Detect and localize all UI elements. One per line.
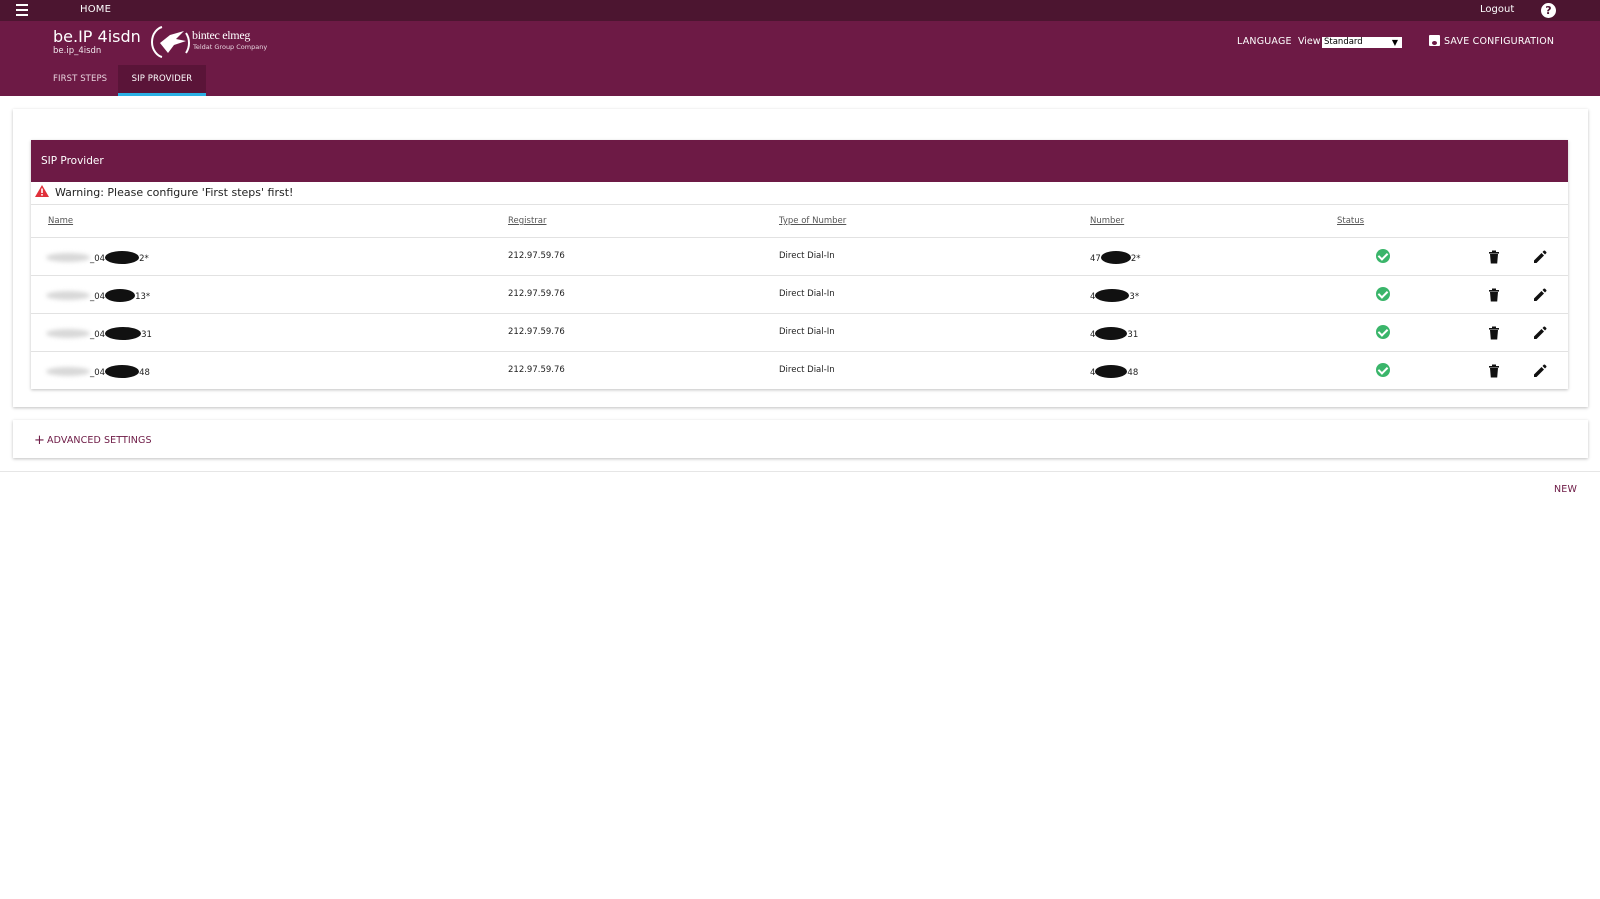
help-icon[interactable]: ? — [1541, 3, 1556, 18]
table-row[interactable]: _04 31 212.97.59.76 Direct Dial-In 4 31 — [31, 313, 1568, 351]
edit-pencil-icon[interactable] — [1533, 364, 1547, 378]
delete-icon[interactable] — [1487, 288, 1501, 302]
row-type: Direct Dial-In — [779, 251, 835, 261]
device-subtitle: be.ip_4isdn — [53, 46, 102, 56]
advanced-settings-label: ADVANCED SETTINGS — [47, 435, 152, 446]
save-disk-icon — [1429, 35, 1440, 46]
edit-pencil-icon[interactable] — [1533, 288, 1547, 302]
home-link[interactable]: HOME — [80, 4, 111, 15]
row-registrar: 212.97.59.76 — [508, 251, 565, 261]
row-registrar: 212.97.59.76 — [508, 327, 565, 337]
edit-pencil-icon[interactable] — [1533, 250, 1547, 264]
sip-provider-table: Name Registrar Type of Number Number Sta… — [31, 204, 1568, 378]
logo-tagline: Teldat Group Company — [193, 43, 268, 51]
logo-text: bintec elmeg — [192, 28, 251, 42]
status-ok-icon — [1376, 363, 1390, 377]
logout-link[interactable]: Logout — [1480, 4, 1514, 15]
table-row[interactable]: _04 2* 212.97.59.76 Direct Dial-In 47 2* — [31, 237, 1568, 275]
row-number: 4 3* — [1090, 289, 1139, 302]
status-ok-icon — [1376, 325, 1390, 339]
row-number: 47 2* — [1090, 251, 1141, 264]
header: be.IP 4isdn be.ip_4isdn bintec elmeg Tel… — [0, 21, 1600, 96]
column-header-registrar[interactable]: Registrar — [508, 216, 546, 226]
tab-first-steps[interactable]: FIRST STEPS — [53, 65, 107, 96]
chevron-down-icon: ▼ — [1391, 38, 1398, 47]
hamburger-menu-icon[interactable] — [16, 4, 32, 17]
save-configuration-button[interactable]: SAVE CONFIGURATION — [1429, 35, 1554, 49]
row-registrar: 212.97.59.76 — [508, 365, 565, 375]
table-row[interactable]: _04 13* 212.97.59.76 Direct Dial-In 4 3* — [31, 275, 1568, 313]
view-select-value: Standard — [1324, 37, 1363, 47]
delete-icon[interactable] — [1487, 326, 1501, 340]
column-header-name[interactable]: Name — [48, 216, 73, 226]
delete-icon[interactable] — [1487, 364, 1501, 378]
top-bar: HOME Logout ? — [0, 0, 1600, 21]
new-button[interactable]: NEW — [1554, 484, 1577, 495]
column-header-number[interactable]: Number — [1090, 216, 1124, 226]
tab-sip-provider[interactable]: SIP PROVIDER — [118, 65, 206, 96]
save-configuration-label: SAVE CONFIGURATION — [1444, 36, 1555, 47]
row-name: _04 31 — [46, 327, 152, 340]
delete-icon[interactable] — [1487, 250, 1501, 264]
divider — [0, 471, 1600, 472]
row-type: Direct Dial-In — [779, 289, 835, 299]
status-ok-icon — [1376, 287, 1390, 301]
device-title: be.IP 4isdn — [53, 27, 141, 46]
table-row[interactable]: _04 48 212.97.59.76 Direct Dial-In 4 48 — [31, 351, 1568, 389]
row-name: _04 13* — [46, 289, 150, 302]
status-ok-icon — [1376, 249, 1390, 263]
column-header-type-of-number[interactable]: Type of Number — [779, 216, 846, 226]
plus-icon: + — [34, 433, 45, 448]
language-menu[interactable]: LANGUAGE — [1237, 36, 1292, 47]
row-registrar: 212.97.59.76 — [508, 289, 565, 299]
row-type: Direct Dial-In — [779, 365, 835, 375]
warning-text: Warning: Please configure 'First steps' … — [55, 186, 294, 199]
edit-pencil-icon[interactable] — [1533, 326, 1547, 340]
view-label: View — [1298, 36, 1321, 47]
warning-triangle-icon — [35, 185, 49, 197]
advanced-settings-toggle[interactable]: + ADVANCED SETTINGS — [34, 433, 152, 448]
sip-provider-card: SIP Provider Warning: Please configure '… — [31, 140, 1568, 389]
row-name: _04 48 — [46, 365, 150, 378]
row-number: 4 31 — [1090, 327, 1138, 340]
row-type: Direct Dial-In — [779, 327, 835, 337]
row-name: _04 2* — [46, 251, 149, 264]
row-number: 4 48 — [1090, 365, 1138, 378]
advanced-settings-panel: + ADVANCED SETTINGS — [13, 420, 1588, 458]
column-header-status[interactable]: Status — [1337, 216, 1364, 226]
view-select[interactable]: Standard ▼ — [1322, 37, 1402, 48]
sip-provider-title: SIP Provider — [31, 140, 1568, 182]
